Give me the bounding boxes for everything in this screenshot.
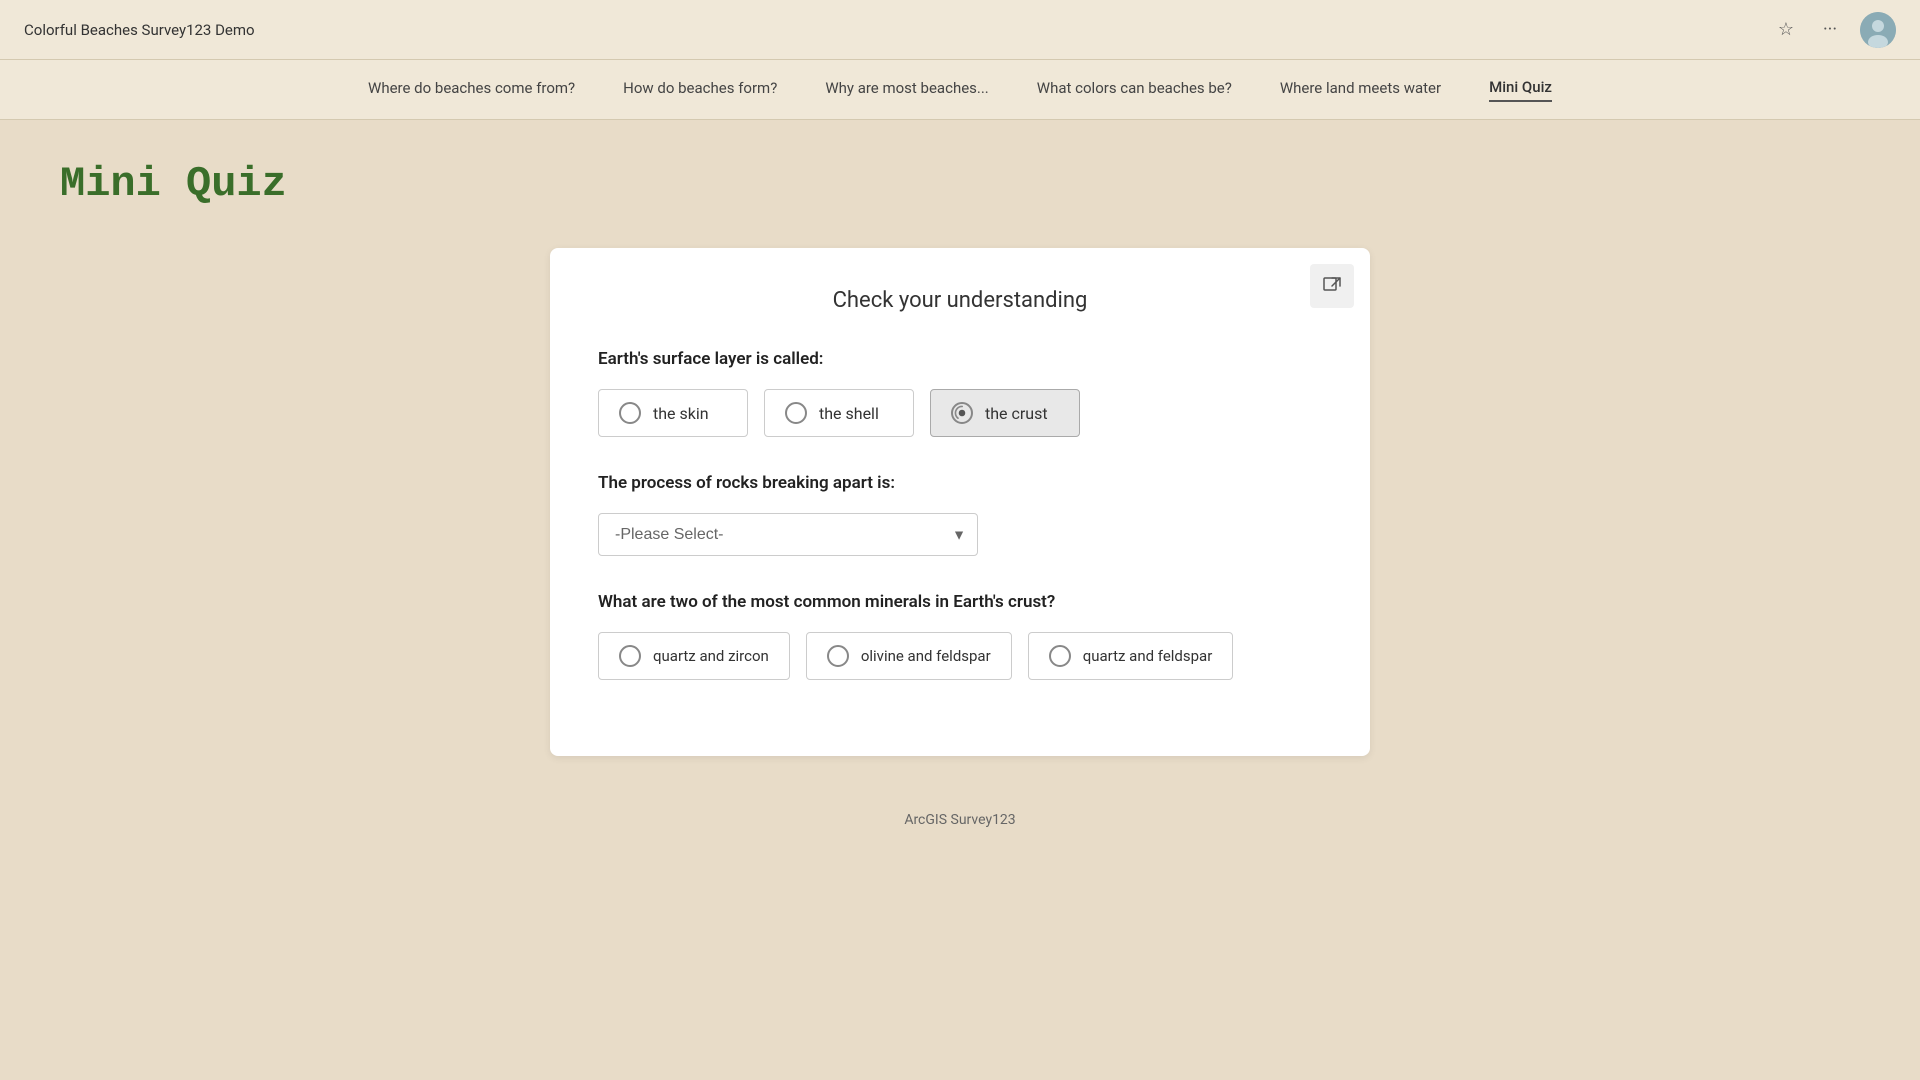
question-1-block: Earth's surface layer is called: the ski… — [598, 349, 1322, 437]
option-the-crust-label: the crust — [985, 404, 1048, 423]
radio-circle-the-shell — [785, 402, 807, 424]
question-2-select[interactable]: -Please Select- weathering erosion depos… — [598, 513, 978, 556]
option-the-skin[interactable]: the skin — [598, 389, 748, 437]
main-content: Mini Quiz Check your understanding Earth… — [0, 120, 1920, 796]
question-2-select-wrapper: -Please Select- weathering erosion depos… — [598, 513, 978, 556]
question-3-block: What are two of the most common minerals… — [598, 592, 1322, 680]
nav-item-mini-quiz[interactable]: Mini Quiz — [1489, 78, 1552, 102]
option-olivine-feldspar[interactable]: olivine and feldspar — [806, 632, 1012, 680]
quiz-header: Check your understanding — [598, 288, 1322, 313]
question-3-options: quartz and zircon olivine and feldspar q… — [598, 632, 1322, 680]
question-2-label: The process of rocks breaking apart is: — [598, 473, 1322, 493]
footer: ArcGIS Survey123 — [0, 796, 1920, 844]
radio-circle-olivine-feldspar — [827, 645, 849, 667]
top-bar: Colorful Beaches Survey123 Demo ☆ ··· — [0, 0, 1920, 60]
radio-circle-the-skin — [619, 402, 641, 424]
app-title: Colorful Beaches Survey123 Demo — [24, 21, 255, 39]
option-the-crust[interactable]: the crust — [930, 389, 1080, 437]
page-title: Mini Quiz — [60, 160, 1860, 208]
radio-circle-quartz-feldspar — [1049, 645, 1071, 667]
option-the-skin-label: the skin — [653, 404, 709, 423]
option-the-shell-label: the shell — [819, 404, 879, 423]
option-quartz-zircon-label: quartz and zircon — [653, 647, 769, 665]
radio-circle-quartz-zircon — [619, 645, 641, 667]
loading-spinner-icon — [953, 402, 971, 424]
bookmark-icon[interactable]: ☆ — [1772, 16, 1800, 44]
question-2-block: The process of rocks breaking apart is: … — [598, 473, 1322, 556]
option-the-shell[interactable]: the shell — [764, 389, 914, 437]
option-olivine-feldspar-label: olivine and feldspar — [861, 647, 991, 665]
top-bar-icons: ☆ ··· — [1772, 12, 1896, 48]
more-options-icon[interactable]: ··· — [1816, 16, 1844, 44]
quiz-card: Check your understanding Earth's surface… — [550, 248, 1370, 756]
question-3-label: What are two of the most common minerals… — [598, 592, 1322, 612]
option-quartz-feldspar-label: quartz and feldspar — [1083, 647, 1213, 665]
question-1-options: the skin the shell the — [598, 389, 1322, 437]
nav-item-beaches-form[interactable]: How do beaches form? — [623, 79, 777, 101]
nav-item-beach-colors[interactable]: What colors can beaches be? — [1037, 79, 1232, 101]
option-quartz-feldspar[interactable]: quartz and feldspar — [1028, 632, 1234, 680]
external-link-icon — [1322, 276, 1342, 296]
nav-bar: Where do beaches come from? How do beach… — [0, 60, 1920, 120]
radio-circle-the-crust — [951, 402, 973, 424]
nav-item-land-meets-water[interactable]: Where land meets water — [1280, 79, 1441, 101]
question-1-label: Earth's surface layer is called: — [598, 349, 1322, 369]
option-quartz-zircon[interactable]: quartz and zircon — [598, 632, 790, 680]
footer-label: ArcGIS Survey123 — [904, 812, 1015, 828]
nav-item-beaches-come-from[interactable]: Where do beaches come from? — [368, 79, 575, 101]
external-link-button[interactable] — [1310, 264, 1354, 308]
nav-item-most-beaches[interactable]: Why are most beaches... — [825, 79, 988, 101]
avatar[interactable] — [1860, 12, 1896, 48]
